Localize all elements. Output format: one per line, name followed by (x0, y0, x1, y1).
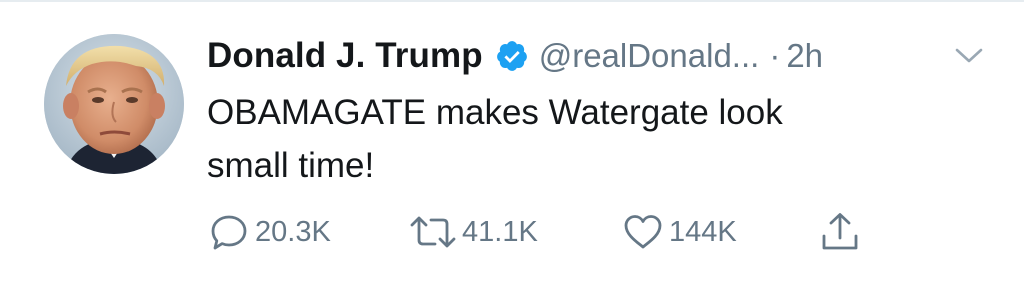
like-button[interactable]: 144K (621, 210, 737, 254)
tweet[interactable]: Donald J. Trump @realDonald... · 2h OBAM… (0, 0, 1024, 282)
separator-dot: · (769, 37, 781, 74)
like-count: 144K (669, 215, 737, 248)
tweet-text-line: small time! (207, 146, 375, 185)
tweet-text-line: OBAMAGATE makes Watergate look (207, 93, 783, 132)
share-icon (818, 210, 862, 254)
share-button[interactable] (818, 210, 862, 254)
retweet-icon (408, 210, 458, 254)
author-name[interactable]: Donald J. Trump (207, 36, 483, 76)
avatar[interactable] (44, 34, 184, 174)
reply-count: 20.3K (255, 215, 331, 248)
timestamp[interactable]: 2h (786, 37, 823, 75)
reply-icon (207, 210, 251, 254)
author-handle[interactable]: @realDonald... (539, 37, 760, 75)
heart-icon (621, 210, 665, 254)
retweet-count: 41.1K (462, 215, 538, 248)
reply-button[interactable]: 20.3K (207, 210, 331, 254)
tweet-text: OBAMAGATE makes Watergate look small tim… (207, 86, 927, 192)
verified-badge-icon (495, 39, 529, 73)
avatar-image (44, 34, 184, 174)
action-bar: 20.3K 41.1K 144K (207, 210, 907, 254)
retweet-button[interactable]: 41.1K (408, 210, 538, 254)
chevron-down-icon[interactable] (951, 44, 987, 68)
tweet-header: Donald J. Trump @realDonald... · 2h (207, 31, 823, 81)
